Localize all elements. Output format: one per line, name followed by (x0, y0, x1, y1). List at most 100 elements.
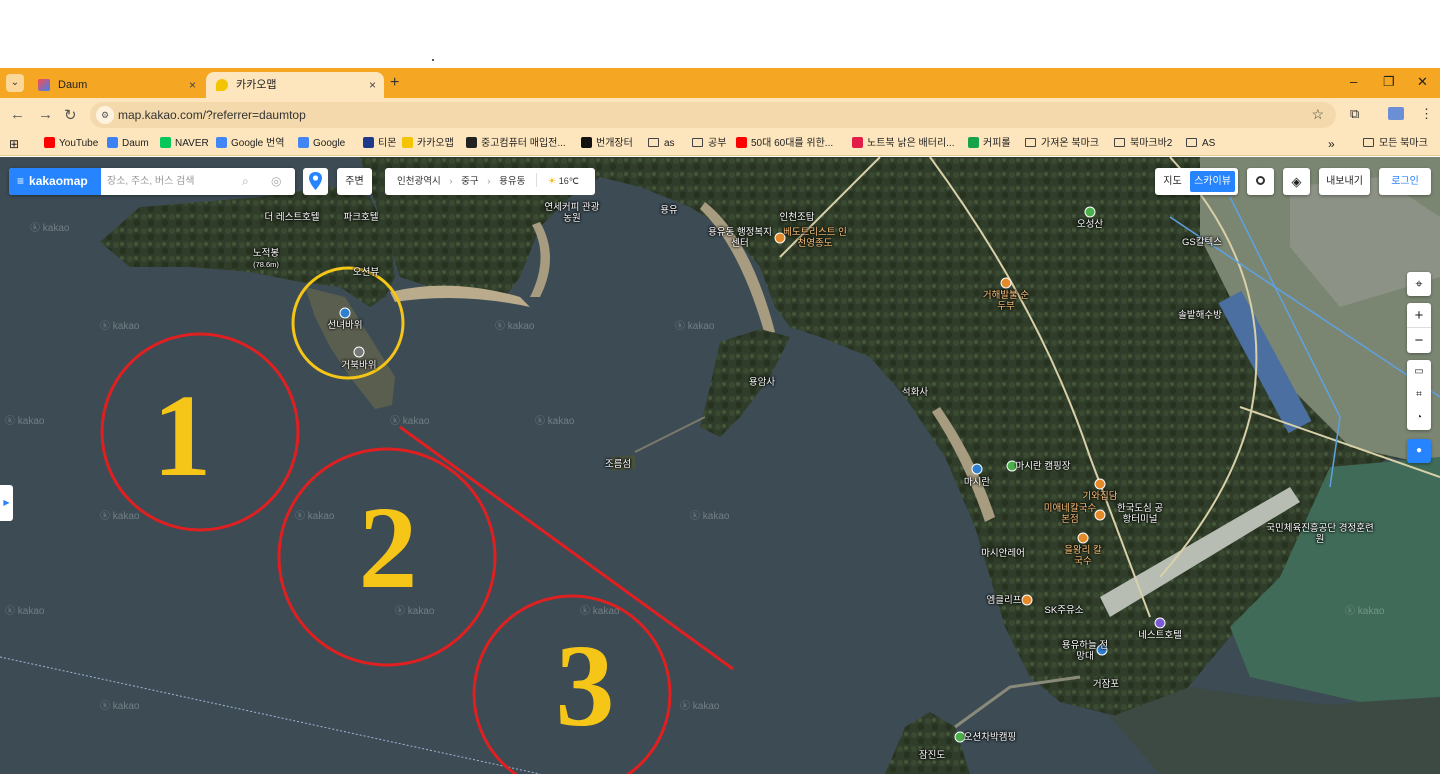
map-label[interactable]: 인천조탑 (780, 212, 815, 223)
map-label[interactable]: 조름섬 (605, 459, 631, 470)
breadcrumb-city[interactable]: 인천광역시 (397, 176, 441, 187)
bookmark-item[interactable]: 번개장터 (581, 132, 633, 156)
map-label[interactable]: 잠진도 (919, 750, 945, 761)
map-label[interactable]: 한국도심 공항터미널 (1114, 503, 1166, 525)
map-label[interactable]: 네스트호텔 (1138, 630, 1182, 641)
place-pin[interactable] (1094, 478, 1106, 490)
map-label[interactable]: 마시란 캠핑장 (1015, 461, 1070, 472)
map-label[interactable]: 용유 (660, 205, 677, 216)
url-text[interactable]: map.kakao.com/?referrer=daumtop (118, 102, 306, 128)
map-label[interactable]: GS칼텍스 (1182, 237, 1222, 248)
map-label[interactable]: 오성산 (1077, 219, 1103, 230)
search-icon[interactable]: ⌕ (242, 174, 249, 189)
menu-kebab-icon[interactable]: ⋮ (1420, 106, 1433, 122)
current-location-button[interactable]: ⌖ (1407, 272, 1431, 296)
bookmark-item[interactable]: Google (298, 132, 345, 156)
tab-close-icon[interactable]: × (189, 72, 196, 98)
place-pin[interactable] (1021, 594, 1033, 606)
map-label[interactable]: 국민체육진흥공단 경정훈련원 (1265, 523, 1375, 545)
tab-search-button[interactable]: ⌄ (6, 74, 24, 92)
map-label[interactable]: 솔밭해수방 (1178, 310, 1222, 321)
map-label[interactable]: 석화사 (902, 387, 928, 398)
bookmark-item[interactable]: 북마크바2 (1114, 132, 1172, 156)
back-button[interactable]: ← (10, 106, 25, 123)
layers-button[interactable]: ◈ (1283, 168, 1310, 195)
place-pin[interactable] (1084, 206, 1096, 218)
skyview-tab[interactable]: 스카이뷰 (1190, 171, 1235, 192)
my-place-button[interactable] (303, 168, 328, 195)
map-label[interactable]: 선녀바위 (328, 320, 363, 331)
breadcrumb-dong[interactable]: 용유동 (499, 176, 525, 187)
map-view-tab[interactable]: 지도 (1155, 168, 1190, 195)
bookmark-item[interactable]: 커피롤 (968, 132, 1011, 156)
close-window-button[interactable]: ✕ (1417, 74, 1428, 90)
bookmark-item[interactable]: 공부 (692, 132, 726, 156)
map-label[interactable]: 미애네칼국수 본점 (1040, 503, 1100, 525)
export-button[interactable]: 내보내기 (1319, 168, 1370, 195)
bookmark-item[interactable]: as (648, 132, 675, 156)
my-location-pin-button[interactable]: ● (1407, 439, 1431, 463)
bookmark-item[interactable]: AS (1186, 132, 1215, 156)
area-icon[interactable]: ⌗ (1407, 383, 1431, 406)
map-label[interactable]: 오션뷰 (353, 267, 379, 278)
map-label[interactable]: 오션차박캠핑 (964, 732, 1016, 743)
minimize-button[interactable]: – (1350, 74, 1357, 89)
map-label[interactable]: 용유하늘 전망대 (1060, 640, 1110, 662)
bookmark-item[interactable]: 50대 60대를 위한... (736, 132, 833, 156)
kakaomap-brand[interactable]: ≡ kakaomap (9, 168, 101, 195)
map-label[interactable]: 용암사 (749, 377, 775, 388)
map-label[interactable]: 을왕리 칼국수 (1061, 545, 1105, 567)
place-pin[interactable] (971, 463, 983, 475)
map-label[interactable]: 마시란 (964, 477, 990, 488)
address-bar[interactable]: ⚙ map.kakao.com/?referrer=daumtop ☆ (90, 102, 1336, 128)
login-button[interactable]: 로그인 (1379, 168, 1431, 195)
map-view[interactable]: 1 2 3 ⓚ kakao ⓚ kakao ⓚ kakao ⓚ kakao ⓚ … (0, 157, 1440, 774)
bookmark-item[interactable]: YouTube (44, 132, 98, 156)
bookmark-item[interactable]: Daum (107, 132, 149, 156)
profile-icon[interactable] (1388, 107, 1404, 120)
bookmark-star-icon[interactable]: ☆ (1311, 106, 1324, 123)
site-info-icon[interactable]: ⚙ (96, 106, 114, 124)
menu-icon[interactable]: ≡ (17, 174, 24, 188)
more-bookmarks-button[interactable]: » (1328, 132, 1335, 156)
new-tab-button[interactable]: + (390, 72, 399, 94)
map-label[interactable]: 기와집담 (1083, 491, 1118, 502)
map-label[interactable]: SK주유소 (1045, 605, 1084, 616)
restore-button[interactable]: ❐ (1383, 74, 1395, 90)
map-label[interactable]: 더 레스트호텔 (264, 212, 319, 223)
place-pin[interactable] (1077, 532, 1089, 544)
place-pin[interactable] (339, 307, 351, 319)
bookmark-item[interactable]: NAVER (160, 132, 209, 156)
map-label[interactable]: 거해발불 순두부 (981, 290, 1031, 312)
forward-button[interactable]: → (38, 106, 53, 123)
roadview-button[interactable] (1247, 168, 1274, 195)
search-input[interactable]: 장소, 주소, 버스 검색 (107, 168, 195, 195)
all-bookmarks[interactable]: 모든 북마크 (1363, 132, 1428, 156)
map-label[interactable]: 엠클리프 (987, 595, 1022, 606)
breadcrumb-district[interactable]: 중구 (461, 176, 478, 187)
zoom-in-button[interactable]: + (1407, 303, 1431, 328)
tab-kakaomap[interactable]: 카카오맵 × (206, 72, 384, 98)
map-label[interactable]: 거잠포 (1093, 679, 1119, 690)
reload-button[interactable]: ↻ (64, 106, 77, 124)
bookmark-item[interactable]: 중고컴퓨터 매입전... (466, 132, 566, 156)
nearby-button[interactable]: 주변 (337, 168, 372, 195)
bookmark-item[interactable]: Google 번역 (216, 132, 284, 156)
map-label[interactable]: 거북바위 (342, 360, 377, 371)
zoom-out-button[interactable]: − (1407, 328, 1431, 353)
radius-icon[interactable]: ◔ (1407, 406, 1431, 429)
bookmark-item[interactable]: 가져온 북마크 (1025, 132, 1099, 156)
extensions-icon[interactable]: ⧉ (1350, 106, 1359, 122)
map-label[interactable]: 마시안레어 (981, 548, 1025, 559)
apps-grid-icon[interactable]: ⊞ (9, 132, 19, 156)
side-panel-toggle[interactable]: ▶ (0, 485, 13, 521)
bookmark-item[interactable]: 카카오맵 (402, 132, 454, 156)
tab-close-icon[interactable]: × (369, 72, 376, 98)
map-label[interactable]: 노적봉 (253, 248, 279, 259)
bookmark-item[interactable]: 노트북 낡은 배터리... (852, 132, 955, 156)
place-pin[interactable] (353, 346, 365, 358)
bookmark-item[interactable]: 티몬 (363, 132, 396, 156)
ruler-icon[interactable]: ▭ (1407, 360, 1431, 383)
place-pin[interactable] (1154, 617, 1166, 629)
route-icon[interactable]: ◎ (271, 174, 281, 188)
